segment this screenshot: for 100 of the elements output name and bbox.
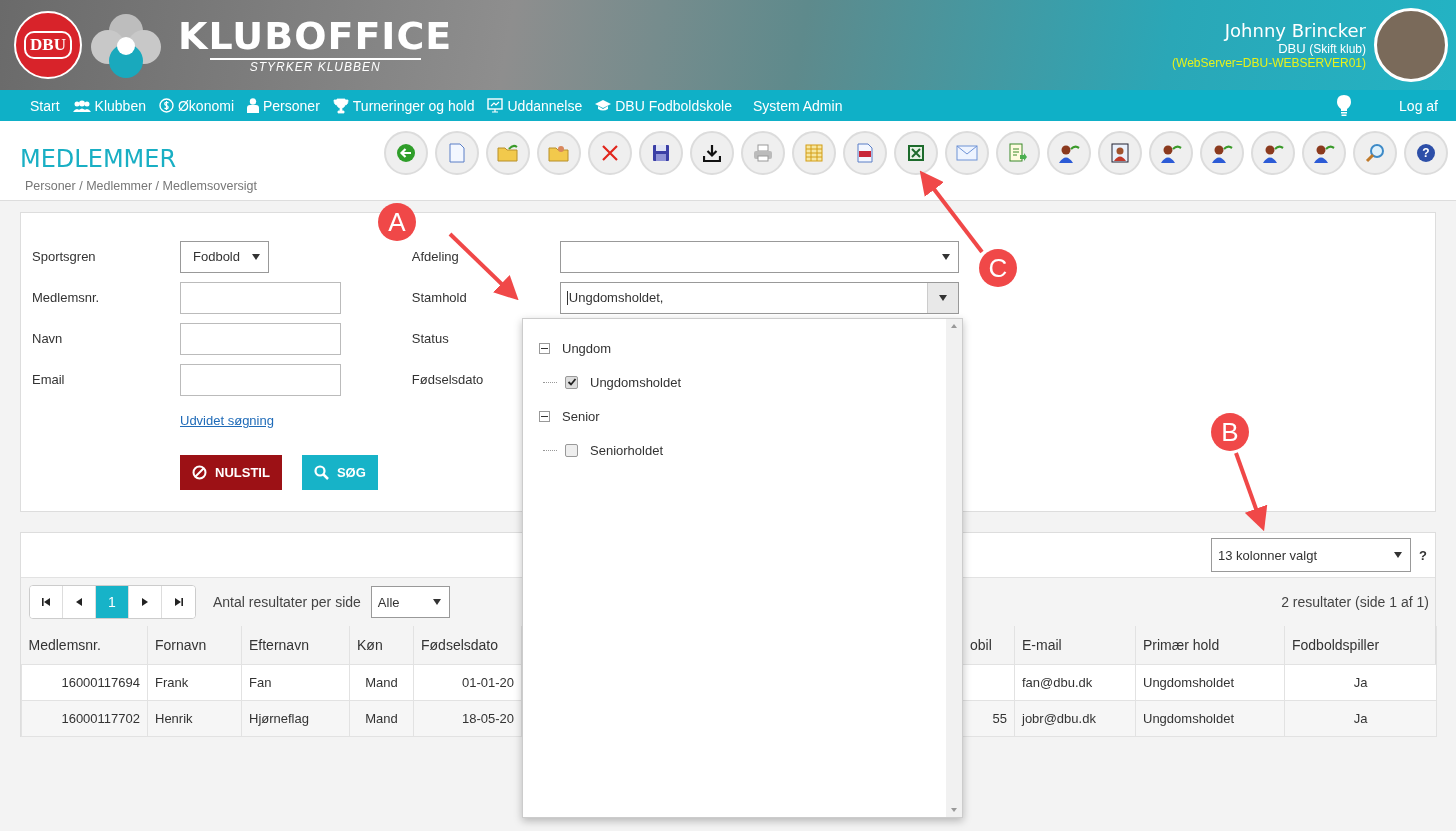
document-icon bbox=[449, 143, 465, 163]
checkbox[interactable] bbox=[565, 443, 578, 457]
collapse-icon[interactable] bbox=[539, 342, 550, 354]
table-cell: Frank bbox=[147, 664, 242, 701]
presentation-icon bbox=[487, 98, 504, 113]
report-icon bbox=[1008, 143, 1028, 163]
person-icon bbox=[1211, 143, 1233, 163]
breadcrumb: Personer / Medlemmer / Medlemsoversigt bbox=[25, 179, 259, 193]
scroll-down-icon[interactable] bbox=[951, 808, 957, 812]
toolbar-button[interactable]: ? bbox=[1404, 131, 1448, 175]
field-label: Medlemsnr. bbox=[32, 290, 101, 305]
toolbar-button[interactable] bbox=[894, 131, 938, 175]
user-name: Johnny Brincker bbox=[1224, 20, 1366, 41]
save-icon bbox=[652, 144, 670, 162]
table-cell: Ja bbox=[1284, 700, 1437, 737]
table-cell: 16000117694 bbox=[21, 664, 148, 701]
field-label: Afdeling bbox=[411, 249, 459, 264]
server-name: (WebServer=DBU-WEBSERVER01) bbox=[1172, 56, 1366, 70]
results-summary: 2 resultater (side 1 af 1) bbox=[1281, 594, 1429, 610]
table-icon bbox=[805, 144, 823, 162]
coin-icon bbox=[158, 98, 174, 113]
search-icon bbox=[313, 465, 329, 480]
toolbar-button[interactable] bbox=[690, 131, 734, 175]
tree-group-label[interactable]: Senior bbox=[562, 408, 600, 424]
caret-icon bbox=[432, 599, 441, 605]
app-name: KLUBOFFICE bbox=[178, 16, 453, 55]
caret-icon bbox=[252, 253, 260, 260]
tree-item-label[interactable]: Ungdomsholdet bbox=[590, 374, 682, 390]
toolbar-button[interactable] bbox=[1149, 131, 1193, 175]
table-cell: 16000117702 bbox=[21, 700, 148, 737]
first-page-button[interactable] bbox=[30, 586, 63, 618]
help-mark[interactable]: ? bbox=[1419, 547, 1427, 563]
folder-icon bbox=[497, 144, 519, 162]
column-selector[interactable]: 13 kolonner valgt bbox=[1211, 538, 1412, 572]
dropdown-field[interactable] bbox=[559, 240, 959, 273]
last-page-icon bbox=[174, 598, 183, 606]
person-icon bbox=[1262, 143, 1284, 163]
first-page-icon bbox=[42, 598, 50, 606]
caret-icon bbox=[1394, 552, 1403, 558]
ban-icon bbox=[192, 465, 207, 480]
sport-select[interactable]: Fodbold bbox=[180, 240, 269, 273]
help-icon: ? bbox=[1417, 144, 1435, 162]
previous-icon bbox=[76, 598, 82, 606]
toolbar-button[interactable] bbox=[1302, 131, 1346, 175]
toolbar-button[interactable] bbox=[1251, 131, 1295, 175]
portrait-icon bbox=[1111, 143, 1129, 163]
table-cell: Henrik bbox=[147, 700, 242, 737]
back-icon bbox=[396, 143, 416, 163]
table-cell: 55 bbox=[962, 700, 1015, 737]
table-cell: fan@dbu.dk bbox=[1014, 664, 1136, 701]
field-label: Status bbox=[411, 331, 449, 346]
dbu-logo: DBU bbox=[14, 11, 82, 79]
dropdown-field[interactable]: Ungdomsholdet, bbox=[559, 281, 959, 314]
club-logo-icon bbox=[90, 11, 162, 79]
download-icon bbox=[703, 144, 721, 162]
printer-icon bbox=[753, 144, 773, 162]
field-label: Navn bbox=[32, 331, 64, 346]
table-cell: 01-01-20 bbox=[413, 664, 522, 701]
person-icon bbox=[1160, 143, 1182, 163]
table-cell: Ungdomsholdet bbox=[1135, 700, 1285, 737]
input-field[interactable] bbox=[180, 363, 341, 396]
trophy-icon bbox=[332, 97, 349, 114]
checkbox[interactable] bbox=[565, 375, 578, 389]
collapse-icon[interactable] bbox=[539, 410, 550, 422]
delete-icon bbox=[601, 144, 619, 162]
annotation-marker: A bbox=[378, 203, 416, 241]
club-name: DBU bbox=[1278, 41, 1306, 56]
toolbar-button[interactable] bbox=[1047, 131, 1091, 175]
scrollbar[interactable] bbox=[946, 319, 962, 817]
table-cell: Mand bbox=[349, 700, 414, 737]
table-cell: jobr@dbu.dk bbox=[1014, 700, 1136, 737]
toolbar-button[interactable] bbox=[1200, 131, 1244, 175]
app-tagline: STYRKER KLUBBEN bbox=[209, 57, 421, 74]
caret-icon bbox=[938, 294, 947, 301]
page-title: MEDLEMMER bbox=[20, 145, 178, 173]
mail-icon bbox=[956, 145, 978, 161]
advanced-search-link[interactable]: Udvidet søgning bbox=[180, 413, 274, 428]
people-icon bbox=[72, 99, 91, 112]
table-cell: Mand bbox=[349, 664, 414, 701]
next-icon bbox=[142, 598, 148, 606]
spreadsheet-icon bbox=[907, 144, 925, 162]
tree-item-label[interactable]: Seniorholdet bbox=[590, 442, 663, 458]
search-icon bbox=[1365, 143, 1385, 163]
scroll-up-icon[interactable] bbox=[951, 324, 957, 328]
person-icon bbox=[247, 98, 259, 113]
input-field[interactable] bbox=[180, 322, 341, 355]
tree-group-label[interactable]: Ungdom bbox=[562, 340, 612, 356]
table-cell: 18-05-20 bbox=[413, 700, 522, 737]
per-page-label: Antal resultater per side bbox=[213, 594, 361, 610]
field-label: Fødselsdato bbox=[411, 372, 484, 387]
input-field[interactable] bbox=[180, 281, 341, 314]
field-label: Sportsgren bbox=[32, 249, 97, 264]
lightbulb-icon[interactable] bbox=[1337, 94, 1352, 117]
toolbar-button[interactable] bbox=[639, 131, 683, 175]
table-cell: Hjørneflag bbox=[241, 700, 350, 737]
per-page-select[interactable]: Alle bbox=[370, 586, 450, 618]
caret-icon bbox=[941, 253, 950, 260]
graduation-cap-icon bbox=[595, 99, 612, 112]
folder-icon bbox=[548, 144, 570, 162]
reset-button[interactable]: NULSTIL bbox=[180, 455, 282, 490]
